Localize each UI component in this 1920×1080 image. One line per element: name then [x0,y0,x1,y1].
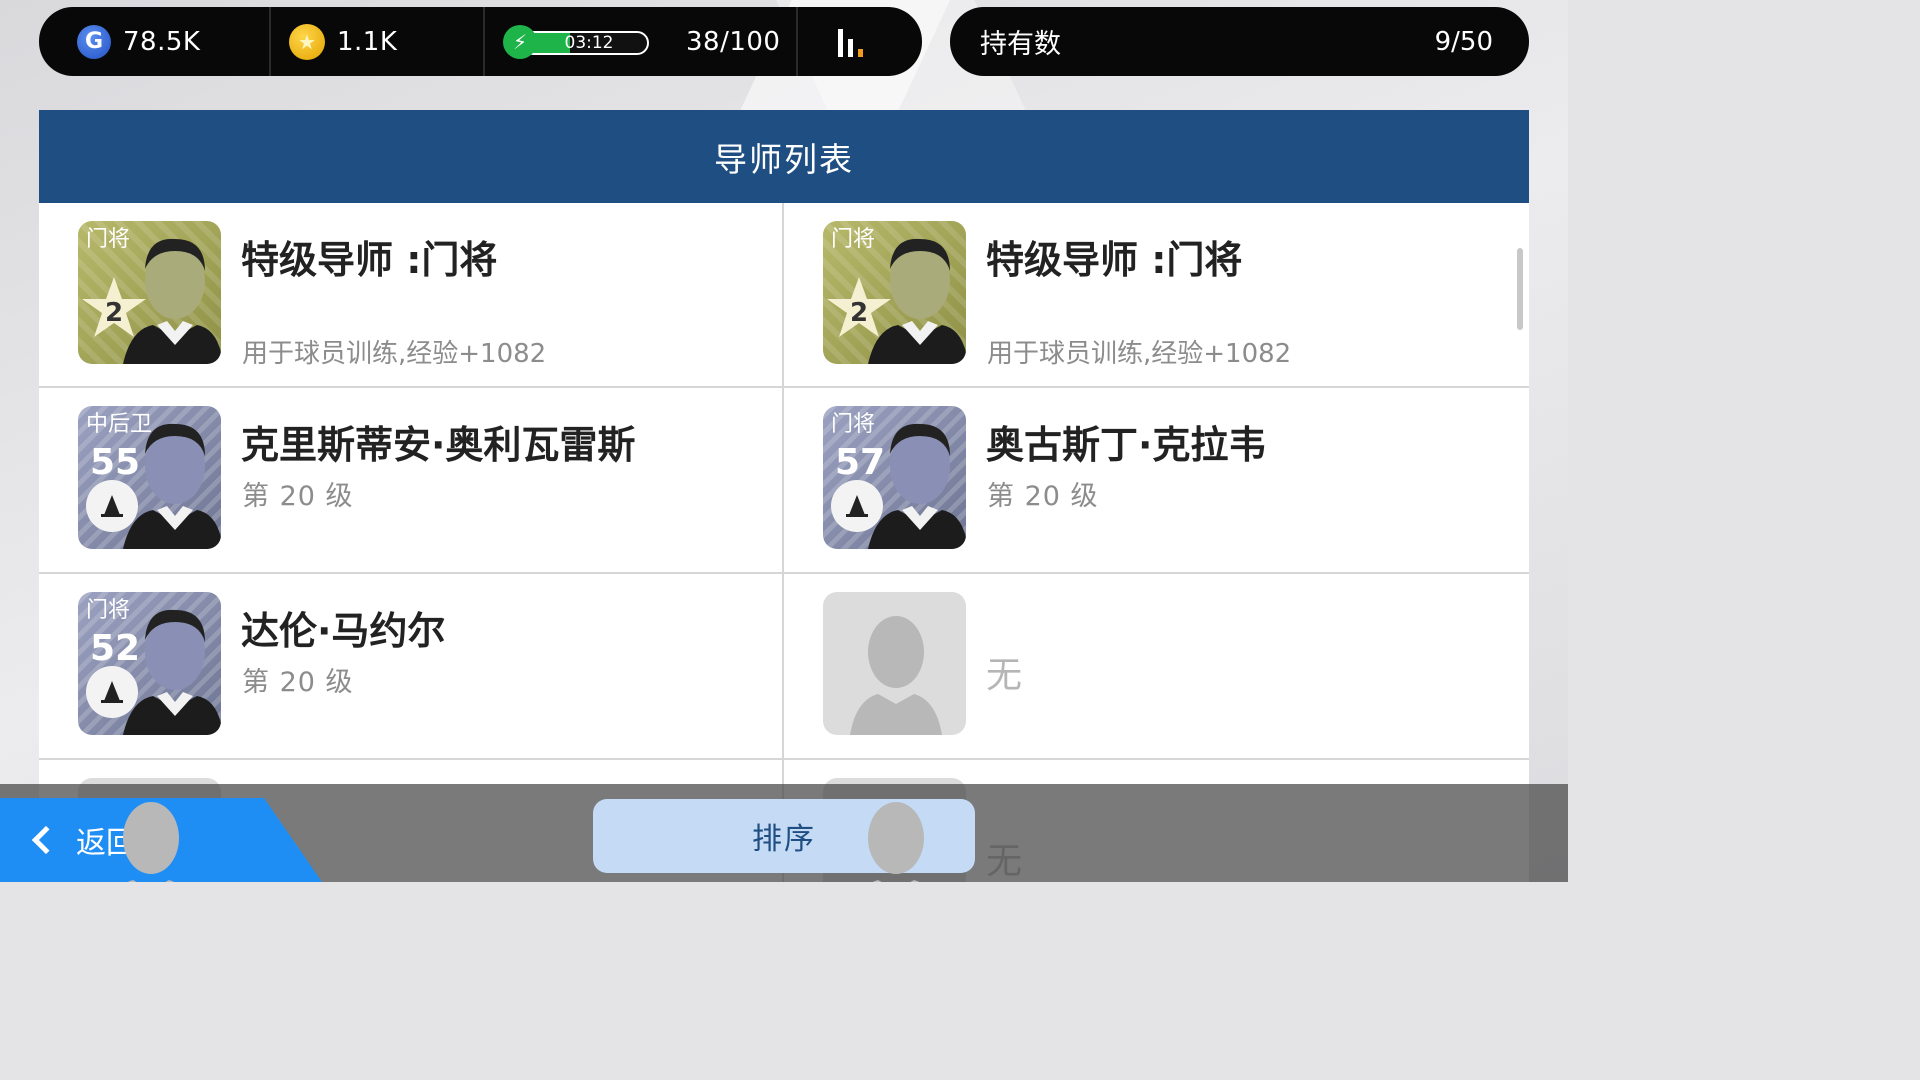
coin-counter[interactable]: ★ 1.1K [271,7,485,76]
list-item[interactable]: 门将 2 特级导师 :门将 用于球员训练,经验+1082 [784,203,1529,388]
holdings-value: 9/50 [1434,26,1493,57]
g-points-counter[interactable]: G 78.5K [39,7,271,76]
sort-button-label: 排序 [752,822,816,857]
rating-value: 52 [90,628,141,669]
item-name: 特级导师 :门将 [241,238,498,282]
item-name: 奥古斯丁·克拉韦 [986,423,1267,467]
svg-text:2: 2 [105,298,123,328]
placeholder-person-icon [850,616,942,735]
list-item[interactable]: 门将 52 达伦·马约尔 第 20 级 [39,574,784,760]
g-points-value: 78.5K [123,26,201,57]
empty-slot[interactable]: 无 [784,574,1529,760]
stamina-timer: 03:12 [564,32,614,53]
svg-text:2: 2 [850,298,868,328]
trainer-list[interactable]: 门将 2 特级导师 :门将 用于球员训练,经验+1082 门将 2 特级导师:… [39,203,1529,882]
list-scrollbar[interactable] [1517,248,1523,330]
item-name: 克里斯蒂安·奥利瓦雷斯 [241,423,636,467]
item-name: 达伦·马约尔 [241,609,446,653]
trainer-card: 门将 2 [823,221,966,364]
position-label: 门将 [831,412,876,437]
item-level: 第 20 级 [242,481,354,512]
rating-value: 57 [835,442,886,483]
gold-coin-icon: ★ [289,23,325,60]
stamina-bar: ⚡ 03:12 [503,24,650,59]
holdings-label: 持有数 [980,29,1061,60]
stamina-counter[interactable]: ⚡ 03:12 38/100 [485,7,798,76]
training-cone-icon [86,666,138,718]
item-level: 第 20 级 [242,667,354,698]
training-cone-icon [831,480,883,532]
item-description: 用于球员训练,经验+1082 [242,339,547,369]
panel-title: 导师列表 [39,110,1529,203]
empty-slot-label: 无 [986,655,1023,696]
item-name: 特级导师 :门将 [986,238,1243,282]
training-cone-icon [86,480,138,532]
position-label: 门将 [86,598,131,623]
empty-slot-card [823,592,966,735]
list-item[interactable]: 门将 57 奥古斯丁·克拉韦 第 20 级 [784,388,1529,574]
g-coin-icon: G [77,24,111,59]
item-level: 第 20 级 [987,481,1099,512]
position-label: 门将 [86,227,131,252]
trainer-card: 门将 2 [78,221,221,364]
list-item[interactable]: 中后卫 55 克里斯蒂安·奥利瓦雷斯 第 20 级 [39,388,784,574]
position-label: 中后卫 [86,412,153,437]
list-item[interactable]: 门将 2 特级导师 :门将 用于球员训练,经验+1082 [39,203,784,388]
coach-card: 门将 52 [78,592,221,735]
chevron-left-icon [31,825,61,855]
holdings-counter: 持有数 9/50 [950,7,1529,76]
bar-chart-icon [838,27,863,57]
placeholder-person-icon [868,802,924,882]
coach-card: 中后卫 55 [78,406,221,549]
star-icon: 2 [82,277,146,337]
position-label: 门将 [831,227,876,252]
rating-value: 55 [90,442,141,483]
placeholder-person-icon [123,802,179,882]
resource-bar: G 78.5K ★ 1.1K ⚡ 03:12 38/100 [39,7,922,76]
coach-card: 门将 57 [823,406,966,549]
stats-button[interactable] [798,7,922,76]
coin-value: 1.1K [337,26,398,57]
item-description: 用于球员训练,经验+1082 [987,339,1292,369]
stamina-value: 38/100 [686,26,781,57]
star-icon: 2 [827,277,891,337]
